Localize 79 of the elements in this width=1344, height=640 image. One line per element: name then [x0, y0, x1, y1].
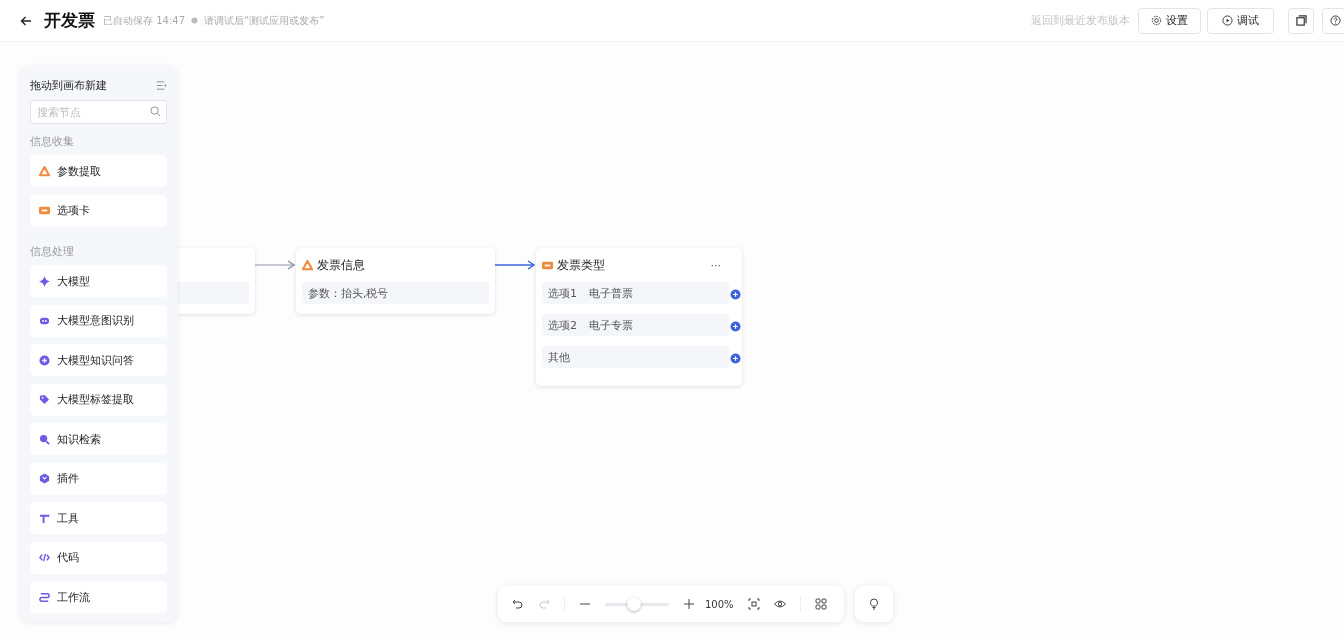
- item-label: 大模型: [57, 273, 90, 289]
- item-label: 选项卡: [57, 203, 90, 218]
- node-title: 发票类型: [557, 257, 605, 273]
- debug-button[interactable]: 调试: [1207, 7, 1274, 34]
- info-dot-icon: [191, 17, 198, 24]
- back-arrow-icon[interactable]: [20, 14, 32, 27]
- search-icon: [39, 433, 50, 445]
- palette-item[interactable]: 大模型意图识别: [30, 304, 167, 337]
- hint-text: 请调试后“测试应用或发布”: [204, 13, 325, 28]
- palette-item[interactable]: 知识检索: [30, 423, 167, 455]
- play-icon: [1222, 15, 1233, 26]
- row-label: 参数：抬头,税号: [308, 285, 389, 301]
- hexagon-icon: [39, 473, 50, 484]
- more-menu[interactable]: ···: [710, 258, 721, 272]
- row-label: 选项1: [548, 285, 577, 301]
- palette-item[interactable]: 大模型: [30, 265, 167, 297]
- item-label: 代码: [57, 550, 79, 565]
- palette-item[interactable]: 选项卡: [30, 194, 167, 227]
- palette-item[interactable]: 插件: [30, 462, 167, 495]
- tips-button[interactable]: [855, 586, 893, 622]
- item-label: 大模型意图识别: [57, 313, 134, 328]
- eye-icon[interactable]: [773, 598, 786, 610]
- palette-item[interactable]: 大模型知识问答: [30, 344, 167, 376]
- add-port-icon[interactable]: [730, 353, 741, 364]
- node-card[interactable]: 发票信息 参数：抬头,税号: [296, 248, 495, 314]
- item-label: 知识检索: [57, 431, 101, 447]
- copy-button[interactable]: [1288, 7, 1314, 34]
- item-label: 工作流: [57, 589, 90, 605]
- palette-item[interactable]: 参数提取: [30, 155, 167, 187]
- add-port-icon[interactable]: [730, 289, 741, 300]
- sparkle-icon: [39, 275, 50, 287]
- item-label: 大模型知识问答: [57, 352, 134, 368]
- page-title: 开发票: [44, 9, 95, 32]
- row-label: 其他: [548, 349, 570, 365]
- copy-icon: [1295, 15, 1307, 26]
- lightbulb-icon: [868, 598, 880, 610]
- palette-item[interactable]: 工作流: [30, 581, 167, 613]
- row-label: 选项2: [548, 317, 577, 333]
- slider-thumb[interactable]: [626, 597, 641, 611]
- item-label: 插件: [57, 471, 79, 486]
- tool-icon: [39, 512, 50, 524]
- help-button[interactable]: [1322, 7, 1344, 34]
- item-label: 参数提取: [57, 163, 101, 179]
- search-field[interactable]: 搜索节点: [30, 100, 167, 124]
- palette-title: 拖动到画布新建: [30, 78, 107, 93]
- group-label: 信息收集: [30, 134, 75, 149]
- fit-view-icon[interactable]: [747, 598, 760, 610]
- row-value: 电子专票: [589, 317, 633, 333]
- grid-icon[interactable]: [814, 598, 827, 610]
- triangle-icon: [39, 165, 50, 177]
- autosave-status: 已自动保存 14:47: [103, 13, 185, 28]
- node-card[interactable]: [177, 248, 255, 314]
- undo-icon[interactable]: [512, 598, 524, 610]
- row-value: 电子普票: [589, 285, 633, 301]
- settings-icon: [1151, 15, 1162, 26]
- robot-icon: [39, 315, 50, 326]
- node-title: 发票信息: [317, 257, 365, 273]
- settings-button[interactable]: 设置: [1138, 7, 1201, 34]
- tag-label-icon: [542, 259, 553, 271]
- add-port-icon[interactable]: [730, 321, 741, 332]
- zoom-reading: 100%: [705, 598, 734, 610]
- code-icon: [39, 552, 50, 563]
- triangle-icon: [302, 259, 313, 271]
- palette-item[interactable]: 代码: [30, 541, 167, 574]
- zoom-in-icon[interactable]: [683, 598, 695, 610]
- plus-circle-icon: [39, 354, 50, 366]
- node-card[interactable]: 发票类型 ··· 选项1 电子普票 选项2 电子专票 其他: [536, 248, 742, 386]
- group-label: 信息处理: [30, 244, 75, 259]
- zoom-slider[interactable]: [605, 597, 669, 611]
- palette-item[interactable]: 大模型标签提取: [30, 383, 167, 416]
- help-icon: [1329, 15, 1341, 26]
- tag-icon: [39, 394, 50, 405]
- search-icon: [150, 106, 161, 117]
- palette-item[interactable]: 工具: [30, 502, 167, 534]
- workflow-icon: [39, 591, 50, 603]
- item-label: 大模型标签提取: [57, 392, 134, 407]
- item-label: 工具: [57, 510, 79, 526]
- tag-label-icon: [39, 205, 50, 216]
- collapse-icon[interactable]: [156, 80, 167, 91]
